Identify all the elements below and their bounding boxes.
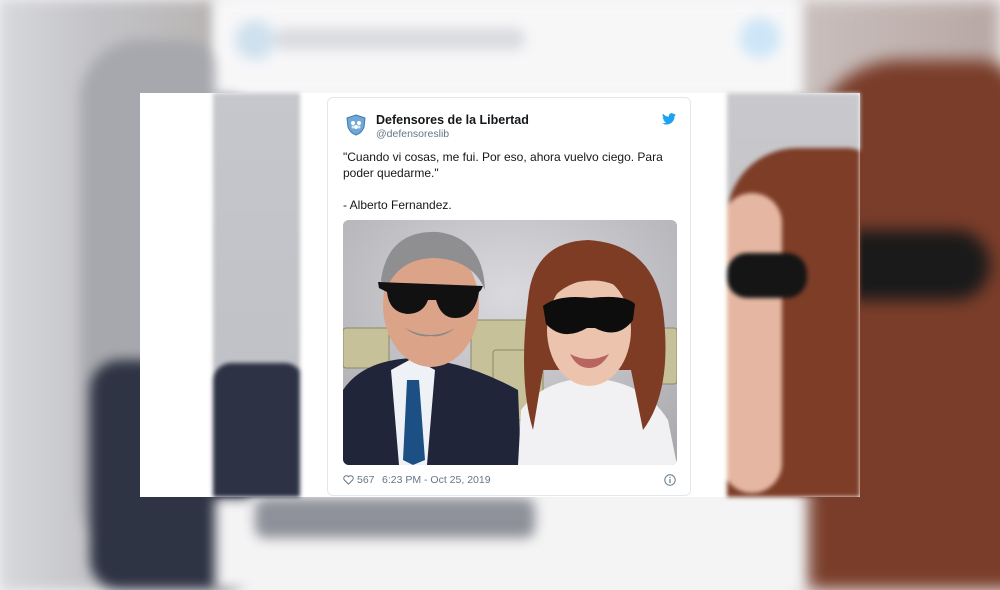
tweet-footer: 567 6:23 PM - Oct 25, 2019 — [343, 474, 676, 488]
tweet-timestamp[interactable]: 6:23 PM - Oct 25, 2019 — [382, 474, 491, 486]
blurred-photo-left — [213, 93, 300, 497]
tweet-attribution: - Alberto Fernandez. — [343, 198, 452, 212]
blurred-photo-right — [727, 93, 860, 497]
display-name[interactable]: Defensores de la Libertad — [376, 113, 529, 127]
tweet-quote: "Cuando vi cosas, me fui. Por eso, ahora… — [343, 150, 663, 180]
info-icon[interactable] — [664, 474, 676, 486]
shield-logo-icon[interactable] — [345, 114, 367, 136]
tweet-photo-image — [343, 220, 677, 465]
tweet-photo[interactable] — [343, 220, 677, 465]
like-count[interactable]: 567 — [357, 474, 375, 486]
user-handle[interactable]: @defensoreslib — [376, 128, 449, 140]
blurred-background-top — [215, 0, 800, 95]
blurred-background-bottom — [215, 498, 800, 590]
heart-icon[interactable] — [343, 475, 354, 485]
twitter-bird-icon[interactable] — [662, 113, 676, 125]
tweet-card[interactable]: Defensores de la Libertad @defensoreslib… — [327, 97, 691, 496]
tweet-text: "Cuando vi cosas, me fui. Por eso, ahora… — [343, 149, 673, 213]
